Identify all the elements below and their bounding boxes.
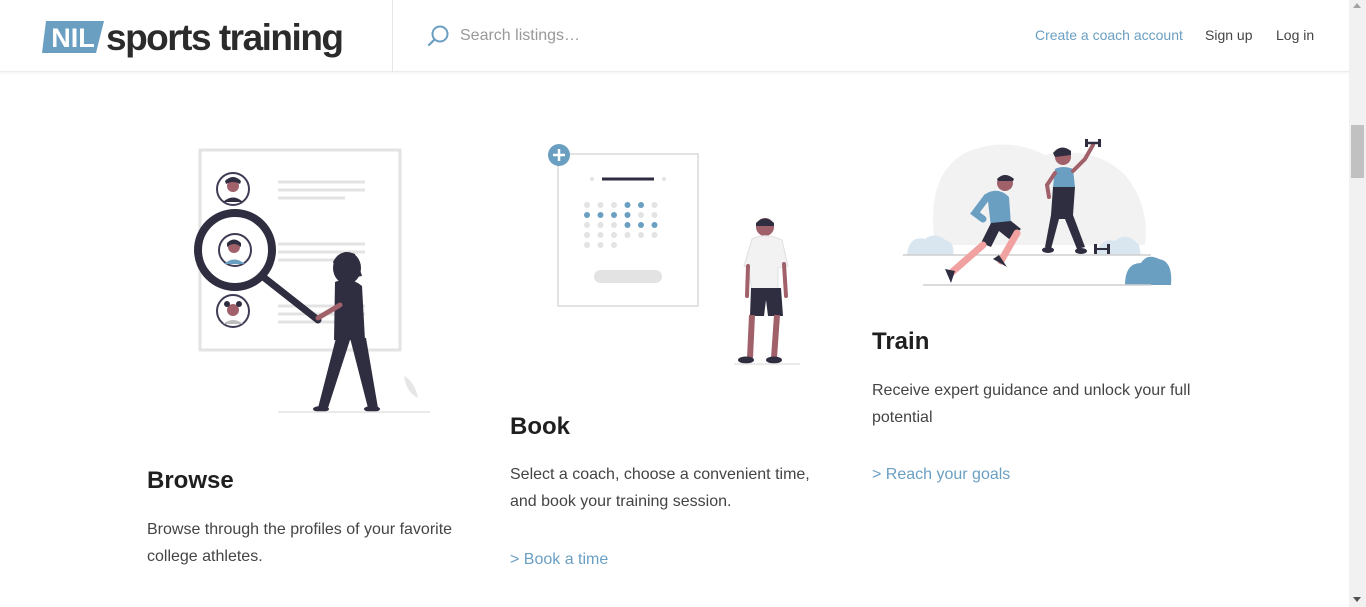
book-title: Book [510,413,570,440]
calendar-day-dot [651,232,658,238]
header-divider [392,0,393,72]
calendar-day-dot [611,222,617,228]
book-a-time-link[interactable]: > Book a time [510,551,608,569]
calendar-day-dot [597,212,604,218]
browse-title: Browse [147,467,234,494]
calendar-day-dot [597,222,604,228]
svg-text:NIL: NIL [51,23,95,53]
search-bar [426,22,760,50]
calendar-day-dot [597,242,604,248]
calendar-day-dot [597,202,604,208]
browse-description: Browse through the profiles of your favo… [147,521,453,565]
train-illustration [903,139,1172,286]
signup-link[interactable]: Sign up [1205,27,1252,43]
search-input[interactable] [460,27,760,45]
calendar-day-dot [638,212,644,218]
calendar-day-dot [611,232,617,238]
calendar-day-dot [584,212,590,218]
book-description: Select a coach, choose a convenient time… [510,466,810,510]
calendar-day-dot [624,232,631,238]
calendar-day-dot [584,242,590,248]
calendar-day-dot [624,212,631,218]
calendar-day-dot [597,232,604,238]
calendar-day-dot [611,202,617,208]
logo-text: sports training [106,16,344,58]
browse-illustration [194,148,430,413]
train-description: Receive expert guidance and unlock your … [872,382,1191,426]
calendar-day-dot [624,222,631,228]
search-icon[interactable] [426,24,450,48]
calendar-day-dot [624,202,631,208]
calendar-day-dot [638,232,644,238]
book-illustration [548,144,800,365]
logo-badge-icon: NIL [42,21,104,53]
calendar-day-dot [651,202,658,208]
calendar-day-dot [651,222,658,228]
calendar-day-dot [611,242,617,248]
calendar-day-dot [584,222,590,228]
create-coach-account-link[interactable]: Create a coach account [1035,27,1183,43]
site-logo[interactable]: NIL sports training [40,16,344,58]
scroll-up-arrow[interactable] [1353,3,1361,8]
calendar-day-dot [638,222,644,228]
login-link[interactable]: Log in [1276,27,1314,43]
site-header: NIL sports training Create a coach accou… [0,0,1349,72]
scroll-thumb[interactable] [1351,125,1364,178]
page-scrollbar[interactable] [1349,0,1366,607]
calendar-day-dot [651,212,658,218]
reach-your-goals-link[interactable]: > Reach your goals [872,466,1010,484]
train-title: Train [872,328,930,355]
calendar-day-dot [638,202,644,208]
calendar-day-dot [611,212,617,218]
scroll-down-arrow[interactable] [1353,597,1361,602]
calendar-day-dot [584,232,590,238]
calendar-day-dot [584,202,590,208]
